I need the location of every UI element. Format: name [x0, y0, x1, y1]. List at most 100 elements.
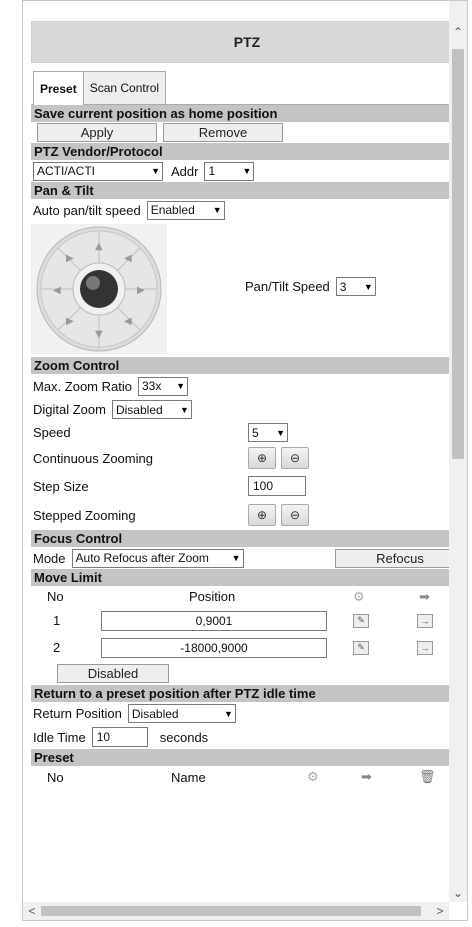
trash-icon: 🗑: [419, 769, 436, 784]
auto-speed-row: Auto pan/tilt speed Enabled ▼: [31, 199, 463, 221]
zoom-in-icon: ⊕: [256, 508, 268, 522]
max-zoom-label: Max. Zoom Ratio: [33, 378, 132, 394]
move-limit-col-position: Position: [189, 589, 236, 604]
chevron-down-icon: ▼: [363, 281, 373, 292]
chevron-down-icon: ▼: [242, 166, 252, 176]
svg-text:▶: ▶: [137, 285, 145, 296]
max-zoom-value: 33x: [141, 379, 162, 393]
svg-text:▼: ▼: [95, 329, 103, 340]
tab-bar: Preset Scan Control: [31, 70, 463, 105]
move-limit-col-no: No: [47, 589, 64, 604]
zoom-in-button[interactable]: ⊕: [248, 447, 276, 469]
focus-mode-value: Auto Refocus after Zoom: [75, 551, 209, 565]
svg-text:▲: ▲: [95, 241, 103, 252]
chevron-down-icon: ▼: [212, 205, 222, 215]
continuous-zoom-buttons: ⊕ ⊖: [248, 447, 314, 469]
edit-icon[interactable]: ✎: [353, 640, 369, 655]
focus-mode-select[interactable]: Auto Refocus after Zoom ▼: [71, 548, 244, 568]
zoom-speed-label: Speed: [33, 425, 71, 440]
step-zoom-in-button[interactable]: ⊕: [248, 504, 276, 526]
horizontal-scroll-thumb[interactable]: [41, 906, 421, 916]
chevron-down-icon: ▼: [276, 427, 285, 438]
vertical-scroll-thumb[interactable]: [452, 49, 464, 459]
zoom-out-button[interactable]: ⊖: [281, 447, 309, 469]
protocol-select[interactable]: ACTI/ACTI ▼: [33, 161, 163, 181]
idle-time-input[interactable]: 10: [91, 727, 148, 747]
zoom-out-icon: ⊖: [289, 451, 301, 465]
step-size-input[interactable]: 100: [248, 476, 306, 496]
return-position-select[interactable]: Disabled ▼: [127, 704, 236, 723]
tab-preset[interactable]: Preset: [33, 71, 84, 105]
return-section-header: Return to a preset position after PTZ id…: [31, 685, 463, 702]
svg-text:◀: ◀: [53, 285, 61, 296]
preset-section-header: Preset: [31, 749, 463, 766]
stepped-zoom-buttons: ⊕ ⊖: [248, 504, 314, 526]
digital-zoom-label: Digital Zoom: [33, 402, 106, 417]
continuous-zoom-row: Continuous Zooming ⊕ ⊖: [31, 444, 463, 472]
move-limit-position-field[interactable]: -18000,9000: [101, 637, 327, 658]
move-limit-disabled-button[interactable]: Disabled: [57, 663, 169, 683]
goto-icon[interactable]: →: [417, 640, 433, 655]
move-limit-disabled-row: Disabled: [31, 661, 463, 685]
vertical-scrollbar[interactable]: ⌃ ⌄: [449, 1, 467, 902]
goto-icon[interactable]: →: [417, 613, 433, 628]
addr-select[interactable]: 1 ▼: [204, 161, 255, 181]
chevron-down-icon: ▼: [180, 404, 189, 415]
refocus-button[interactable]: Refocus: [335, 548, 463, 568]
step-size-label: Step Size: [33, 478, 89, 494]
focus-mode-label: Mode: [33, 550, 66, 566]
step-zoom-out-button[interactable]: ⊖: [281, 504, 309, 526]
scroll-left-icon[interactable]: <: [23, 902, 41, 920]
move-limit-row: 1 0,9001 ✎ →: [31, 607, 463, 634]
move-limit-row-no: 2: [53, 640, 61, 655]
home-section-header: Save current position as home position: [31, 105, 463, 122]
stepped-zoom-label: Stepped Zooming: [33, 507, 136, 523]
horizontal-scrollbar[interactable]: < >: [23, 902, 449, 920]
move-limit-row-no: 1: [53, 613, 61, 628]
zoom-out-icon: ⊖: [289, 508, 301, 522]
gear-icon: ⚙: [307, 769, 319, 784]
idle-time-row: Idle Time 10 seconds: [31, 725, 463, 749]
vendor-section-header: PTZ Vendor/Protocol: [31, 143, 463, 160]
return-position-row: Return Position Disabled ▼: [31, 702, 463, 725]
digital-zoom-select[interactable]: Disabled ▼: [111, 400, 192, 419]
protocol-value: ACTI/ACTI: [37, 164, 96, 178]
chevron-down-icon: ▼: [151, 166, 160, 176]
zoom-speed-value: 5: [252, 425, 259, 440]
svg-text:▶: ▶: [66, 316, 74, 327]
svg-text:◀: ◀: [124, 253, 132, 264]
edit-icon[interactable]: ✎: [353, 613, 369, 628]
pantilt-speed-select[interactable]: 3 ▼: [335, 277, 376, 296]
scroll-down-icon[interactable]: ⌄: [449, 884, 467, 902]
scroll-up-icon[interactable]: ⌃: [449, 23, 467, 41]
chevron-down-icon: ▼: [231, 553, 241, 563]
step-size-row: Step Size 100: [31, 472, 463, 500]
move-limit-section-header: Move Limit: [31, 569, 463, 586]
move-limit-position-field[interactable]: 0,9001: [101, 610, 327, 631]
auto-speed-select[interactable]: Enabled ▼: [146, 200, 225, 220]
remove-button[interactable]: Remove: [163, 123, 283, 142]
scroll-right-icon[interactable]: >: [431, 902, 449, 920]
auto-speed-value: Enabled: [150, 203, 195, 217]
chevron-down-icon: ▼: [176, 381, 185, 391]
ptz-panel: PTZ Preset Scan Control Save current pos…: [31, 21, 463, 902]
pantilt-area: ▲ ▼ ◀ ▶ ▶ ◀ ▶ ◀ Pan/Tilt Speed 3 ▼: [31, 221, 463, 357]
focus-mode-row: Mode Auto Refocus after Zoom ▼ Refocus: [31, 547, 463, 569]
return-position-value: Disabled: [131, 706, 179, 721]
svg-text:▶: ▶: [66, 253, 74, 264]
preset-col-name: Name: [171, 769, 206, 785]
pan-tilt-dpad[interactable]: ▲ ▼ ◀ ▶ ▶ ◀ ▶ ◀: [31, 224, 167, 354]
vendor-row: ACTI/ACTI ▼ Addr 1 ▼: [31, 160, 463, 182]
max-zoom-select[interactable]: 33x ▼: [137, 376, 188, 396]
apply-button[interactable]: Apply: [37, 123, 157, 142]
pantilt-speed-group: Pan/Tilt Speed 3 ▼: [245, 277, 376, 296]
zoom-speed-row: Speed 5 ▼: [31, 421, 463, 444]
arrow-right-icon: ➡: [419, 588, 430, 604]
svg-text:◀: ◀: [124, 316, 132, 327]
zoom-speed-select[interactable]: 5 ▼: [248, 423, 288, 442]
tab-scan-control[interactable]: Scan Control: [82, 71, 167, 104]
zoom-in-icon: ⊕: [256, 451, 268, 465]
focus-section-header: Focus Control: [31, 530, 463, 547]
auto-speed-label: Auto pan/tilt speed: [33, 202, 141, 218]
gear-icon: ⚙: [353, 588, 365, 604]
